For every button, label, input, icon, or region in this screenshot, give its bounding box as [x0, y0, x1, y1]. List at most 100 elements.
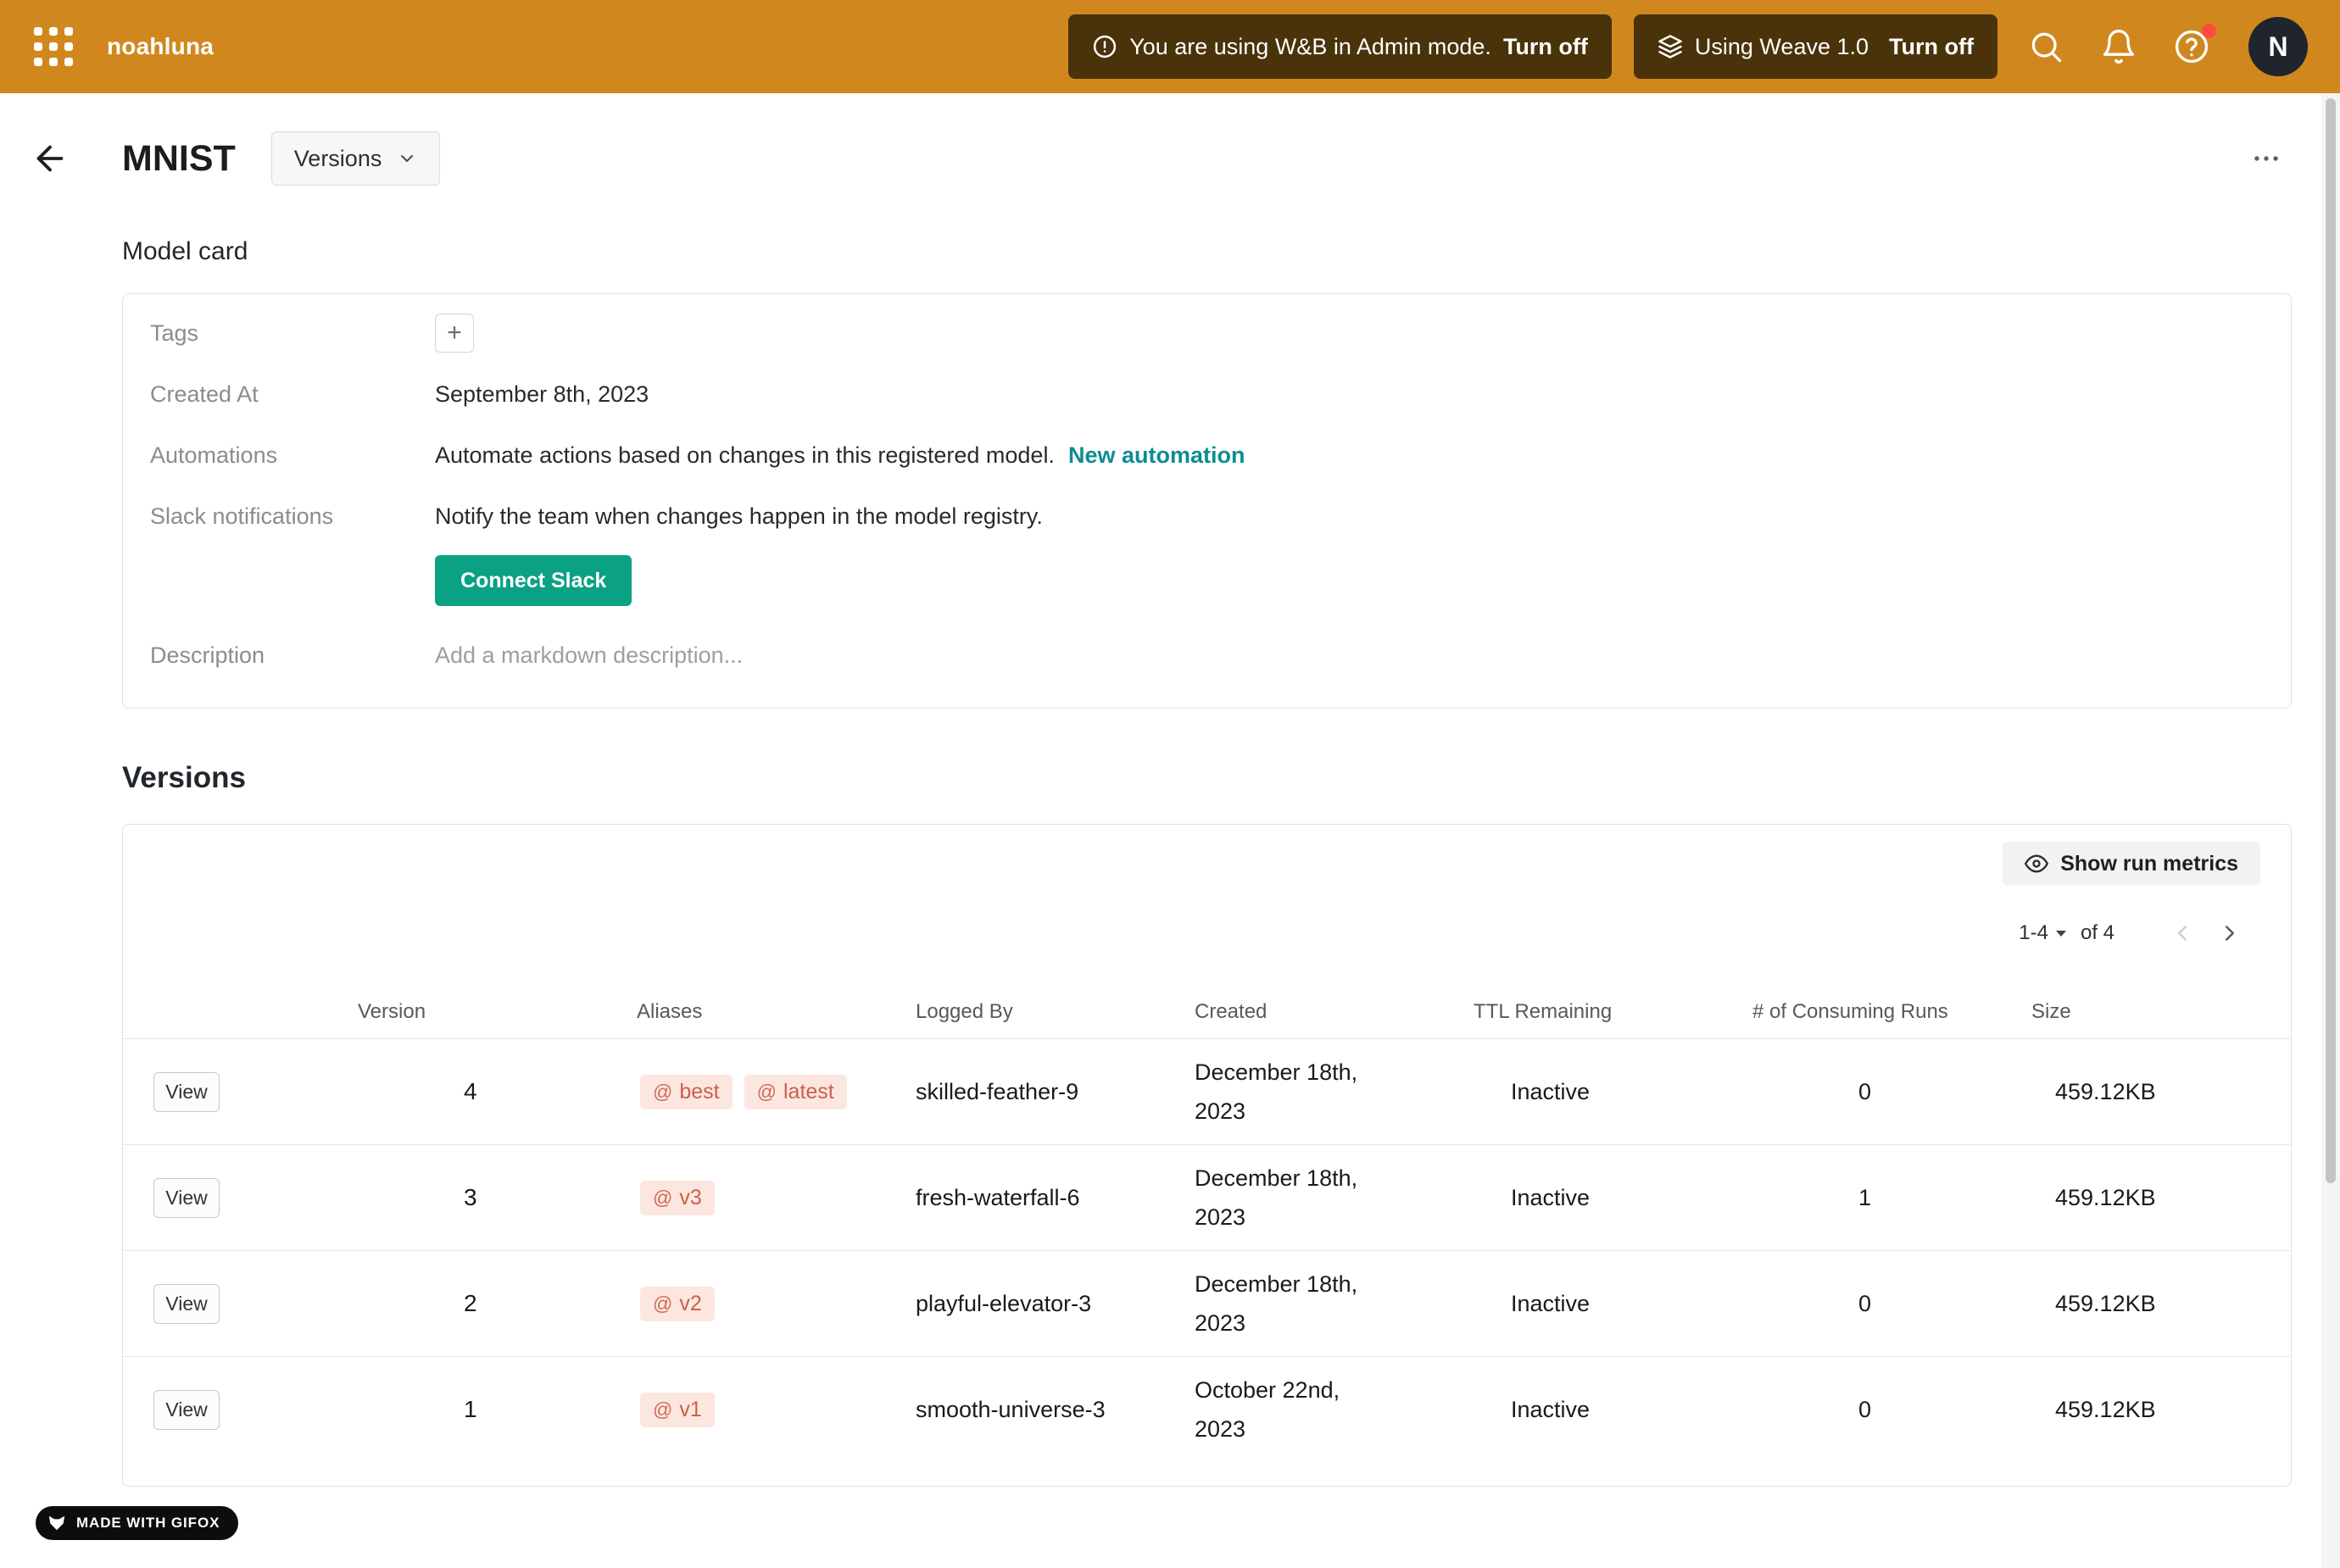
description-label: Description: [150, 642, 435, 669]
aliases-cell: @v3: [637, 1181, 916, 1215]
created-at-row: Created At September 8th, 2023: [123, 364, 2291, 425]
slack-button-row: Connect Slack: [123, 547, 2291, 625]
prev-page-icon[interactable]: [2165, 916, 2199, 950]
view-button[interactable]: View: [153, 1390, 220, 1430]
metrics-row: Show run metrics: [123, 842, 2291, 886]
created-at-value: September 8th, 2023: [435, 381, 649, 408]
notifications-bell-icon[interactable]: [2099, 27, 2138, 66]
versions-card: Show run metrics 1-4 of 4 VersionAliases…: [122, 824, 2292, 1487]
created-cell: December 18th, 2023: [1195, 1053, 1394, 1131]
created-cell: October 22nd, 2023: [1195, 1371, 1394, 1448]
alias-name: best: [679, 1080, 719, 1104]
scrollbar-thumb[interactable]: [2326, 98, 2336, 1183]
alias-name: latest: [783, 1080, 834, 1104]
next-page-icon[interactable]: [2213, 916, 2247, 950]
logged-by-cell: smooth-universe-3: [916, 1397, 1195, 1423]
alias-name: v1: [679, 1398, 701, 1422]
tags-label: Tags: [150, 320, 435, 347]
main-content: MNIST Versions Model card Tags + Created…: [0, 93, 2340, 1568]
view-selector-label: Versions: [294, 146, 382, 172]
gifox-badge[interactable]: MADE WITH GIFOX: [36, 1506, 238, 1540]
view-button[interactable]: View: [153, 1284, 220, 1324]
ttl-cell: Inactive: [1474, 1185, 1752, 1211]
caret-down-icon: [2055, 929, 2067, 937]
help-icon[interactable]: [2172, 27, 2211, 66]
scrollbar-track: [2321, 93, 2340, 1568]
apps-grid-icon[interactable]: [32, 25, 75, 68]
slack-text: Notify the team when changes happen in t…: [435, 503, 1043, 530]
ttl-cell: Inactive: [1474, 1291, 1752, 1317]
view-button[interactable]: View: [153, 1072, 220, 1112]
pagination: 1-4 of 4: [123, 916, 2291, 950]
size-cell: 459.12KB: [2031, 1079, 2291, 1105]
alias-badge[interactable]: @ v1: [640, 1393, 715, 1427]
gifox-label: MADE WITH GIFOX: [76, 1515, 220, 1532]
table-row: View 4 @best@latest skilled-feather-9 De…: [123, 1038, 2291, 1144]
alias-badge[interactable]: @v3: [640, 1181, 715, 1215]
consuming-runs-cell: 0: [1752, 1291, 2031, 1317]
search-icon[interactable]: [2026, 27, 2065, 66]
aliases-cell: @ v1: [637, 1393, 916, 1427]
table-row: View 1 @v1 smooth-universe-3 October 22n…: [123, 1356, 2291, 1462]
add-tag-button[interactable]: +: [435, 314, 474, 353]
overflow-menu-icon[interactable]: [2241, 137, 2292, 180]
tags-row: Tags +: [123, 303, 2291, 364]
column-header: Created: [1195, 1000, 1474, 1024]
model-card: Tags + Created At September 8th, 2023 Au…: [122, 293, 2292, 709]
created-cell: December 18th, 2023: [1195, 1265, 1394, 1343]
user-avatar[interactable]: N: [2248, 17, 2308, 76]
view-button[interactable]: View: [153, 1178, 220, 1218]
column-header: Version: [358, 1000, 637, 1024]
layers-icon: [1658, 34, 1683, 59]
logged-by-cell: playful-elevator-3: [916, 1291, 1195, 1317]
alias-at-icon: @: [653, 1398, 672, 1421]
admin-banner-message: You are using W&B in Admin mode.: [1129, 34, 1491, 60]
automations-text: Automate actions based on changes in thi…: [435, 442, 1055, 469]
page-total-label: of 4: [2081, 921, 2114, 945]
description-placeholder[interactable]: Add a markdown description...: [435, 642, 743, 669]
connect-slack-button[interactable]: Connect Slack: [435, 555, 632, 606]
view-selector-dropdown[interactable]: Versions: [271, 131, 441, 186]
consuming-runs-cell: 0: [1752, 1397, 2031, 1423]
table-row: View 3 @v3 fresh-waterfall-6 December 18…: [123, 1144, 2291, 1250]
eye-icon: [2025, 852, 2048, 876]
logged-by-cell: fresh-waterfall-6: [916, 1185, 1195, 1211]
version-cell: 3: [358, 1184, 637, 1211]
size-cell: 459.12KB: [2031, 1291, 2291, 1317]
title-row: MNIST Versions: [122, 93, 2292, 186]
notification-dot: [2202, 24, 2216, 38]
new-automation-link[interactable]: New automation: [1068, 442, 1245, 469]
description-row: Description Add a markdown description..…: [123, 625, 2291, 686]
alias-badge[interactable]: @ v2: [640, 1287, 715, 1321]
alias-name: v2: [679, 1292, 701, 1316]
table-row: View 2 @ v2 playful-elevator-3 December 1…: [123, 1250, 2291, 1356]
admin-turn-off-button[interactable]: Turn off: [1503, 34, 1588, 60]
header-icons: N: [2026, 17, 2308, 76]
chevron-down-icon: [397, 148, 417, 169]
automations-row: Automations Automate actions based on ch…: [123, 425, 2291, 486]
page-range-dropdown[interactable]: 1-4: [2019, 921, 2067, 945]
weave-banner-message: Using Weave 1.0: [1695, 34, 1869, 60]
alias-badge[interactable]: @latest: [744, 1075, 847, 1109]
consuming-runs-cell: 1: [1752, 1185, 2031, 1211]
weave-turn-off-button[interactable]: Turn off: [1889, 34, 1974, 60]
page-content: MNIST Versions Model card Tags + Created…: [122, 93, 2292, 1487]
admin-mode-banner: You are using W&B in Admin mode. Turn of…: [1068, 14, 1612, 79]
created-cell: December 18th, 2023: [1195, 1159, 1394, 1237]
alias-at-icon: @: [653, 1293, 672, 1315]
alias-at-icon: @: [653, 1081, 672, 1104]
version-cell: 2: [358, 1290, 637, 1317]
entity-name[interactable]: noahluna: [107, 33, 214, 60]
back-arrow-icon[interactable]: [29, 137, 71, 180]
ttl-cell: Inactive: [1474, 1079, 1752, 1105]
alias-badge[interactable]: @ best: [640, 1075, 733, 1109]
ttl-cell: Inactive: [1474, 1397, 1752, 1423]
versions-table: VersionAliasesLogged ByCreatedTTL Remain…: [123, 986, 2291, 1462]
weave-banner: Using Weave 1.0 Turn off: [1634, 14, 1997, 79]
column-header: # of Consuming Runs: [1752, 1000, 2031, 1024]
aliases-cell: @ v2: [637, 1287, 916, 1321]
size-cell: 459.12KB: [2031, 1185, 2291, 1211]
versions-heading: Versions: [122, 761, 2292, 795]
size-cell: 459.12KB: [2031, 1397, 2291, 1423]
show-run-metrics-button[interactable]: Show run metrics: [2003, 842, 2260, 886]
